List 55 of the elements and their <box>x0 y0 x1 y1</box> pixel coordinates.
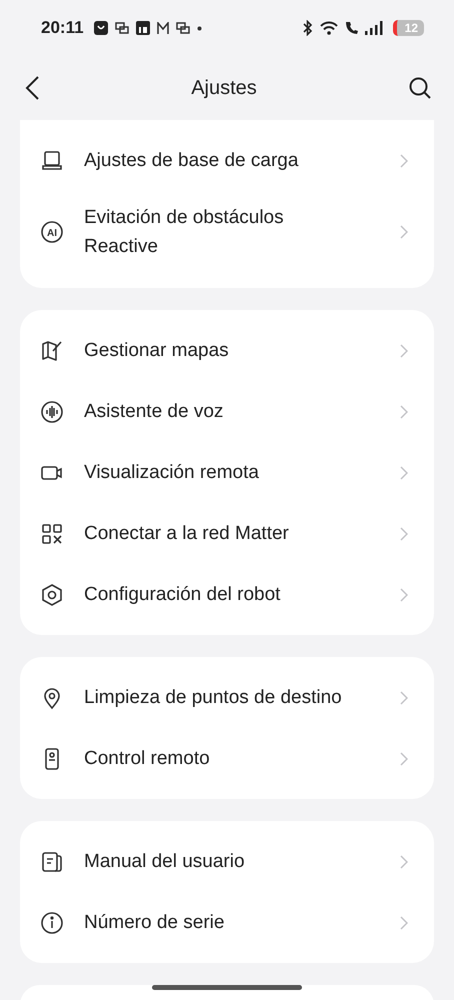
settings-item[interactable]: AI Evitación de obstáculos Reactive <box>20 191 434 273</box>
item-label: Visualización remota <box>84 461 259 485</box>
back-icon[interactable] <box>24 75 40 101</box>
settings-item[interactable]: Visualización remota <box>20 442 434 503</box>
battery-indicator: 12 <box>392 20 424 36</box>
settings-item[interactable]: Asistente de voz <box>20 381 434 442</box>
chevron-icon <box>400 466 408 480</box>
chevron-icon <box>400 690 408 704</box>
item-label: Gestionar mapas <box>84 339 229 363</box>
item-label: Evitación de obstáculos Reactive <box>84 206 285 259</box>
chevron-icon <box>400 588 408 602</box>
item-label: Número de serie <box>84 911 224 935</box>
item-label: Manual del usuario <box>84 850 245 874</box>
qr-code-icon <box>40 522 64 546</box>
chevron-icon <box>400 854 408 868</box>
chevron-icon <box>400 404 408 418</box>
sound-wave-icon <box>40 400 64 424</box>
search-icon[interactable] <box>408 76 432 100</box>
ai-badge-icon: AI <box>40 220 64 244</box>
chevron-icon <box>400 526 408 540</box>
item-label: Configuración del robot <box>84 583 280 607</box>
mail-notification-icon <box>156 22 169 34</box>
chevron-icon <box>400 154 408 168</box>
item-label: Asistente de voz <box>84 400 224 424</box>
settings-item[interactable]: Ajustes de base de carga <box>20 130 434 191</box>
app-notification-icon <box>94 21 108 35</box>
info-icon <box>40 910 64 934</box>
bluetooth-icon <box>302 20 313 36</box>
settings-item[interactable]: Configuración del robot <box>20 564 434 625</box>
chevron-icon <box>400 752 408 766</box>
signal-icon <box>364 21 383 35</box>
page-title: Ajustes <box>191 76 257 100</box>
message-notification-icon <box>114 22 129 34</box>
item-label: Control remoto <box>84 747 210 771</box>
wifi-icon <box>320 21 338 35</box>
item-label: Conectar a la red Matter <box>84 522 289 546</box>
item-label: Limpieza de puntos de destino <box>84 686 342 710</box>
map-icon <box>40 338 64 362</box>
hexagon-icon <box>40 582 64 606</box>
more-notifications-icon <box>196 26 202 30</box>
phone-icon <box>344 21 358 35</box>
book-icon <box>40 850 64 874</box>
chevron-icon <box>400 344 408 358</box>
status-time: 20:11 <box>41 18 84 38</box>
settings-item[interactable]: Limpieza de puntos de destino <box>20 667 434 728</box>
settings-item[interactable]: Manual del usuario <box>20 831 434 892</box>
message-notification-icon <box>176 22 190 34</box>
chevron-icon <box>400 916 408 930</box>
chevron-icon <box>400 225 408 239</box>
settings-item[interactable]: Gestionar mapas <box>20 320 434 381</box>
settings-item[interactable]: Conectar a la red Matter <box>20 503 434 564</box>
laptop-icon <box>40 148 64 172</box>
settings-item[interactable]: Número de serie <box>20 892 434 953</box>
item-label: Ajustes de base de carga <box>84 149 298 173</box>
settings-item[interactable]: Control remoto <box>20 728 434 789</box>
